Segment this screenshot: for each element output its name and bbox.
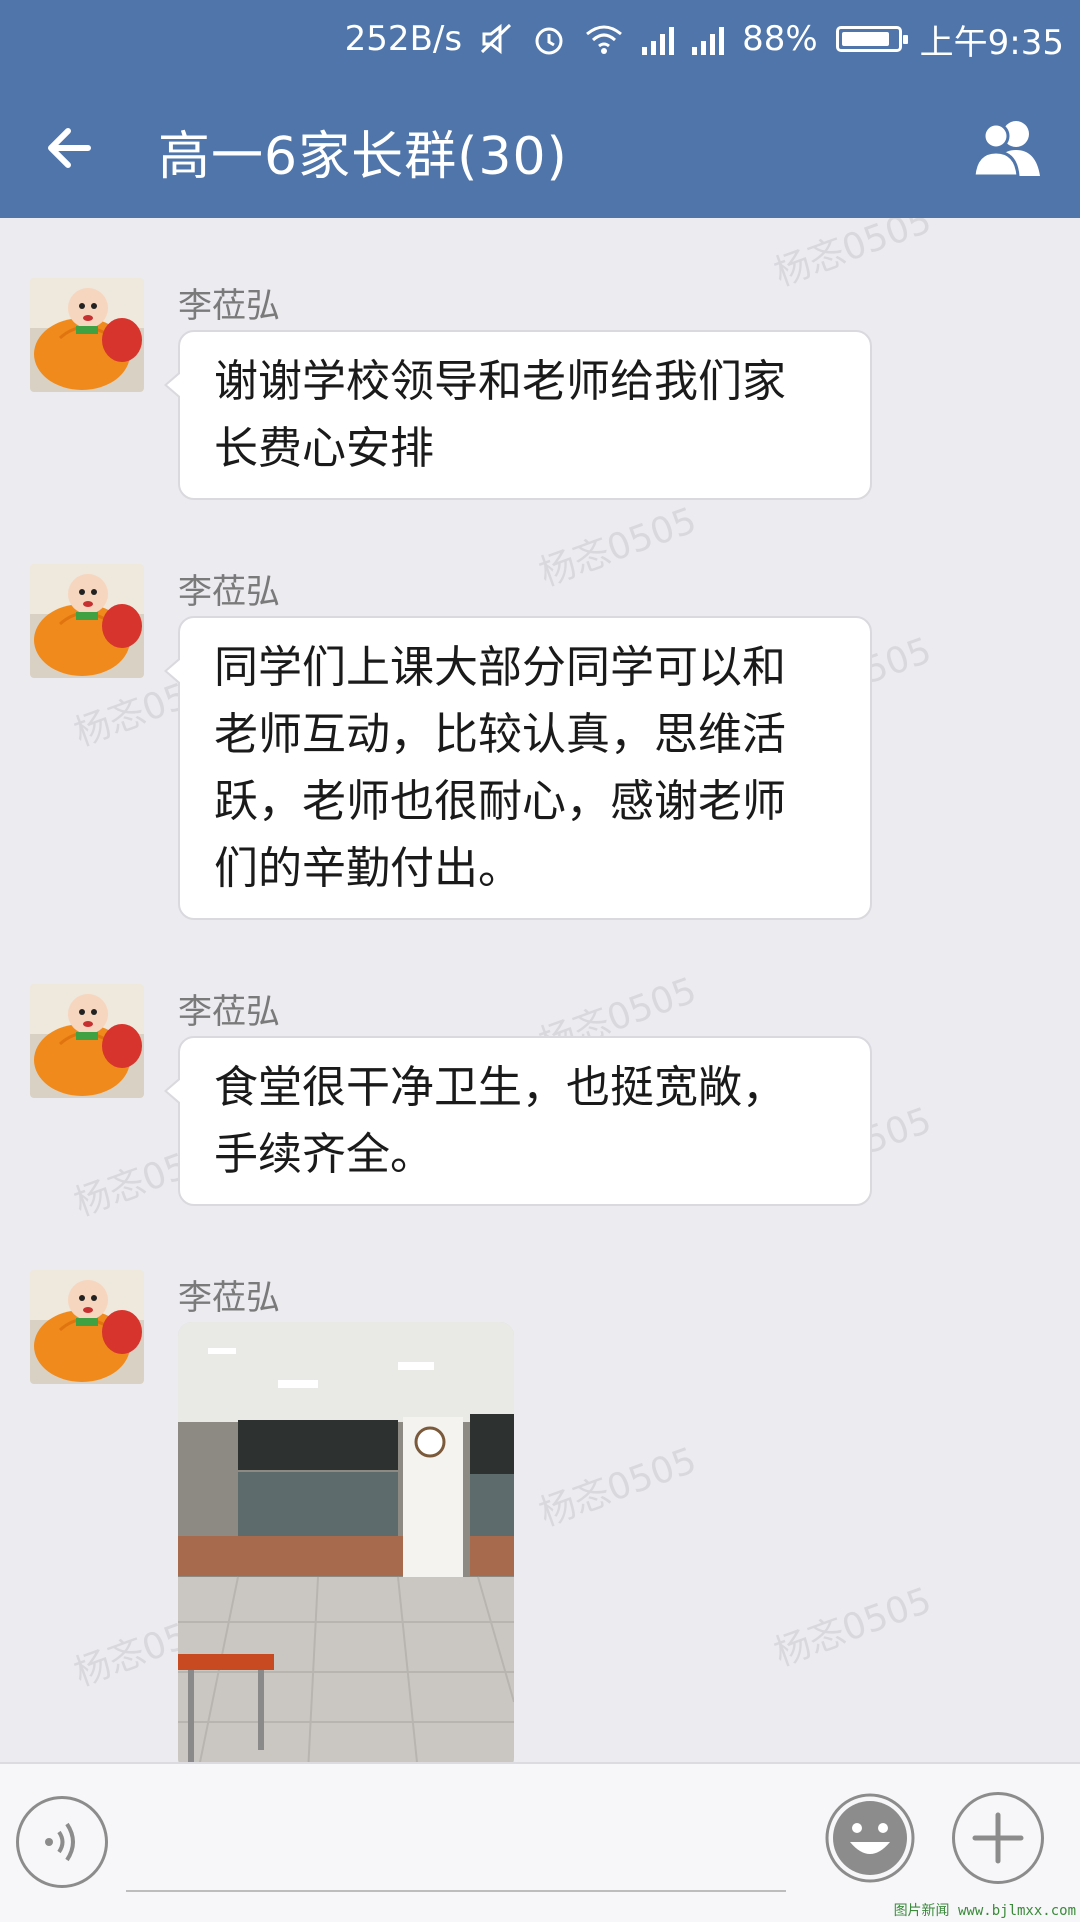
battery-icon <box>835 26 908 52</box>
sender-name: 李莅弘 <box>178 1278 280 1318</box>
message-text: 老师互动，比较认真，思维活 <box>214 709 786 760</box>
avatar[interactable] <box>30 1270 144 1384</box>
emoji-icon[interactable] <box>824 1792 916 1884</box>
group-members-icon[interactable] <box>970 114 1046 184</box>
plus-icon[interactable] <box>952 1792 1044 1884</box>
mute-icon <box>481 23 512 55</box>
message-text: 长费心安排 <box>214 423 434 474</box>
message-photo[interactable] <box>178 1322 514 1762</box>
message-text: 食堂很干净卫生，也挺宽敞， <box>214 1062 786 1113</box>
avatar[interactable] <box>30 564 144 678</box>
message-text: 跃，老师也很耐心，感谢老师 <box>214 776 786 827</box>
message-bubble[interactable]: 同学们上课大部分同学可以和 老师互动，比较认真，思维活 跃，老师也很耐心，感谢老… <box>164 616 872 920</box>
wifi-icon <box>586 25 623 54</box>
sender-name: 李莅弘 <box>178 286 280 326</box>
battery-percent: 88% <box>742 19 818 59</box>
message-text: 们的辛勤付出。 <box>214 843 522 894</box>
watermark: 杨忞0505 <box>769 1580 937 1675</box>
message-input[interactable] <box>126 1890 786 1892</box>
chat-area[interactable]: 杨忞0505 杨忞0505 杨忞0505 杨忞0505 杨忞0505 杨忞050… <box>0 218 1080 1762</box>
message-text: 同学们上课大部分同学可以和 <box>214 642 786 693</box>
signal-icon <box>642 23 675 55</box>
message-text: 谢谢学校领导和老师给我们家 <box>214 356 786 407</box>
signal-icon <box>692 23 725 55</box>
sender-name: 李莅弘 <box>178 572 280 612</box>
message-text: 手续齐全。 <box>214 1129 434 1180</box>
clock: 上午9:35 <box>919 22 1064 63</box>
input-bar: 图片新闻 www.bjlmxx.com <box>0 1762 1080 1922</box>
back-arrow-icon[interactable] <box>40 118 100 178</box>
watermark: 杨忞0505 <box>769 218 937 295</box>
status-bar: 252B/s 88% 上午9:35 <box>0 0 1080 78</box>
avatar[interactable] <box>30 984 144 1098</box>
message-bubble[interactable]: 谢谢学校领导和老师给我们家 长费心安排 <box>164 330 872 500</box>
app-header: 高一6家长群(30) <box>0 78 1080 218</box>
sender-name: 李莅弘 <box>178 992 280 1032</box>
watermark: 杨忞0505 <box>534 1440 702 1535</box>
site-logo: 图片新闻 www.bjlmxx.com <box>893 1903 1076 1919</box>
watermark: 杨忞0505 <box>534 500 702 595</box>
net-speed: 252B/s <box>344 19 463 59</box>
avatar[interactable] <box>30 278 144 392</box>
chat-title: 高一6家长群(30) <box>158 127 568 187</box>
message-bubble[interactable]: 食堂很干净卫生，也挺宽敞， 手续齐全。 <box>164 1036 872 1206</box>
alarm-icon <box>535 27 563 55</box>
voice-icon[interactable] <box>16 1796 108 1888</box>
